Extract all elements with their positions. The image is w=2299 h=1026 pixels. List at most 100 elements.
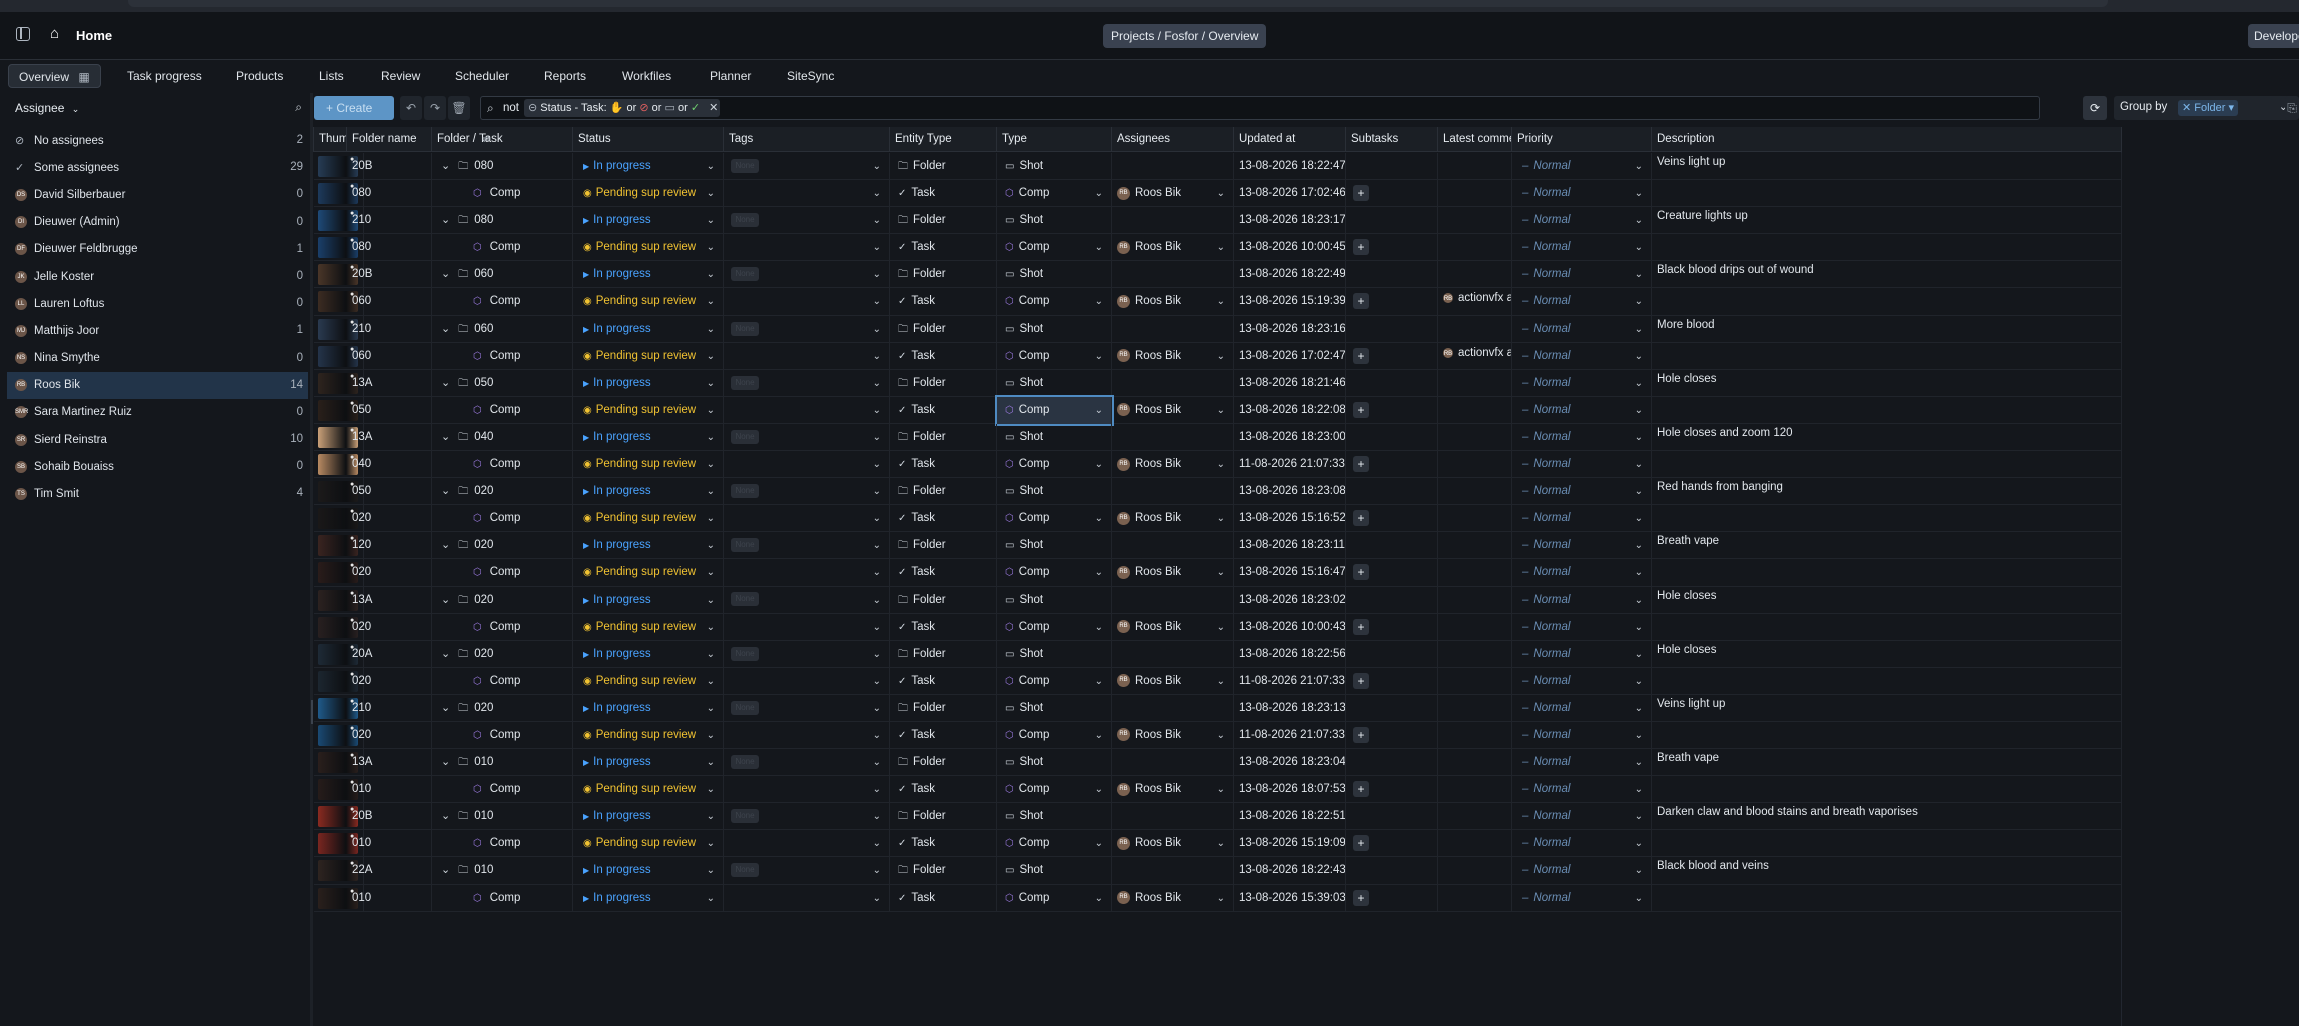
assignees-cell[interactable]: RB Roos Bik ⌄ bbox=[1112, 451, 1234, 479]
assignees-cell[interactable] bbox=[1112, 315, 1234, 343]
chevron-down-icon[interactable]: ⌄ bbox=[441, 756, 450, 768]
description-cell[interactable]: Black blood and veins bbox=[1652, 857, 2122, 885]
add-subtask-button[interactable]: + bbox=[1353, 293, 1369, 310]
latest-comment-cell[interactable] bbox=[1438, 667, 1512, 695]
assignees-cell[interactable]: RB Roos Bik ⌄ bbox=[1112, 342, 1234, 370]
column-header[interactable]: Updated at bbox=[1234, 127, 1346, 152]
type-cell[interactable]: ▭ Shot bbox=[997, 315, 1112, 343]
latest-comment-cell[interactable] bbox=[1438, 153, 1512, 180]
priority-cell[interactable]: – Normal ⌄ bbox=[1512, 532, 1652, 560]
subtasks-cell[interactable]: + bbox=[1346, 234, 1438, 262]
chevron-down-icon[interactable]: ⌄ bbox=[441, 431, 450, 443]
status-cell[interactable]: ◉ Pending sup review ⌄ bbox=[573, 288, 724, 316]
table-row[interactable]: ● 13A ⌄ 🗀 010 ▶ In progress ⌄ None ⌄ 🗀 Folder ▭ Shot 1… bbox=[314, 749, 2122, 777]
type-cell[interactable]: ⬡ Comp ⌄ bbox=[997, 180, 1112, 208]
assignees-cell[interactable]: RB Roos Bik ⌄ bbox=[1112, 667, 1234, 695]
priority-cell[interactable]: – Normal ⌄ bbox=[1512, 694, 1652, 722]
latest-comment-cell[interactable] bbox=[1438, 532, 1512, 560]
subtasks-cell[interactable] bbox=[1346, 153, 1438, 180]
column-header[interactable]: Type bbox=[997, 127, 1112, 152]
folder-name-cell[interactable]: 20B bbox=[347, 261, 432, 289]
description-cell[interactable]: Hole closes bbox=[1652, 640, 2122, 668]
priority-cell[interactable]: – Normal ⌄ bbox=[1512, 342, 1652, 370]
add-subtask-button[interactable]: + bbox=[1353, 618, 1369, 635]
chevron-down-icon[interactable]: ⌄ bbox=[441, 539, 450, 551]
tab-review[interactable]: Review bbox=[381, 64, 420, 88]
tags-cell[interactable]: None ⌄ bbox=[724, 749, 890, 777]
priority-cell[interactable]: – Normal ⌄ bbox=[1512, 613, 1652, 641]
folder-task-cell[interactable]: ⌄ 🗀 020 bbox=[432, 640, 573, 668]
folder-name-cell[interactable]: 040 bbox=[347, 451, 432, 479]
assignees-cell[interactable] bbox=[1112, 207, 1234, 235]
latest-comment-cell[interactable]: RB actionvfx asset bbox=[1438, 288, 1512, 316]
add-subtask-button[interactable]: + bbox=[1353, 510, 1369, 527]
description-cell[interactable] bbox=[1652, 451, 2122, 479]
latest-comment-cell[interactable] bbox=[1438, 749, 1512, 777]
type-cell[interactable]: ⬡ Comp ⌄ bbox=[995, 394, 1114, 426]
tags-cell[interactable]: None ⌄ bbox=[724, 640, 890, 668]
assignees-cell[interactable]: RB Roos Bik ⌄ bbox=[1112, 234, 1234, 262]
folder-name-cell[interactable]: 20B bbox=[347, 153, 432, 180]
status-cell[interactable]: ◉ Pending sup review ⌄ bbox=[573, 830, 724, 858]
table-row[interactable]: ● 010 ⬡ Comp ◉ Pending sup review ⌄ ⌄ ✓ Task ⬡ Comp… bbox=[314, 830, 2122, 858]
subtasks-cell[interactable]: + bbox=[1346, 830, 1438, 858]
description-cell[interactable]: Red hands from banging bbox=[1652, 478, 2122, 506]
latest-comment-cell[interactable] bbox=[1438, 694, 1512, 722]
tab-workfiles[interactable]: Workfiles bbox=[622, 64, 671, 88]
latest-comment-cell[interactable] bbox=[1438, 423, 1512, 451]
folder-task-cell[interactable]: ⌄ 🗀 020 bbox=[432, 694, 573, 722]
column-header[interactable]: Entity Type bbox=[890, 127, 997, 152]
folder-task-cell[interactable]: ⌄ 🗀 080 bbox=[432, 153, 573, 180]
type-cell[interactable]: ▭ Shot bbox=[997, 803, 1112, 831]
tags-cell[interactable]: ⌄ bbox=[724, 559, 890, 587]
status-cell[interactable]: ◉ Pending sup review ⌄ bbox=[573, 667, 724, 695]
subtasks-cell[interactable] bbox=[1346, 640, 1438, 668]
folder-name-cell[interactable]: 20B bbox=[347, 803, 432, 831]
folder-task-cell[interactable]: ⬡ Comp bbox=[432, 559, 573, 587]
subtasks-cell[interactable] bbox=[1346, 749, 1438, 777]
status-cell[interactable]: ◉ Pending sup review ⌄ bbox=[573, 613, 724, 641]
table-row[interactable]: ● 080 ⬡ Comp ◉ Pending sup review ⌄ ⌄ ✓ Task ⬡ Comp… bbox=[314, 180, 2122, 208]
folder-task-cell[interactable]: ⌄ 🗀 020 bbox=[432, 532, 573, 560]
type-cell[interactable]: ▭ Shot bbox=[997, 694, 1112, 722]
status-cell[interactable]: ▶ In progress ⌄ bbox=[573, 640, 724, 668]
assignees-cell[interactable] bbox=[1112, 803, 1234, 831]
subtasks-cell[interactable]: + bbox=[1346, 884, 1438, 912]
chevron-down-icon[interactable]: ⌄ bbox=[441, 377, 450, 389]
type-cell[interactable]: ⬡ Comp ⌄ bbox=[997, 776, 1112, 804]
add-subtask-button[interactable]: + bbox=[1353, 889, 1369, 906]
assignees-cell[interactable] bbox=[1112, 478, 1234, 506]
latest-comment-cell[interactable] bbox=[1438, 207, 1512, 235]
folder-name-cell[interactable]: 13A bbox=[347, 586, 432, 614]
status-cell[interactable]: ◉ Pending sup review ⌄ bbox=[573, 505, 724, 533]
folder-name-cell[interactable]: 13A bbox=[347, 749, 432, 777]
column-header[interactable]: Subtasks bbox=[1346, 127, 1438, 152]
subtasks-cell[interactable] bbox=[1346, 423, 1438, 451]
group-by-chip[interactable]: ✕ Folder ▾ bbox=[2178, 100, 2239, 116]
priority-cell[interactable]: – Normal ⌄ bbox=[1512, 369, 1652, 397]
subtasks-cell[interactable]: + bbox=[1346, 342, 1438, 370]
folder-name-cell[interactable]: 060 bbox=[347, 342, 432, 370]
assignees-cell[interactable] bbox=[1112, 369, 1234, 397]
assignees-cell[interactable]: RB Roos Bik ⌄ bbox=[1112, 288, 1234, 316]
latest-comment-cell[interactable] bbox=[1438, 803, 1512, 831]
subtasks-cell[interactable] bbox=[1346, 803, 1438, 831]
status-cell[interactable]: ▶ In progress ⌄ bbox=[573, 153, 724, 180]
table-row[interactable]: ● 22A ⌄ 🗀 010 ▶ In progress ⌄ None ⌄ 🗀 Folder ▭ Shot 1… bbox=[314, 857, 2122, 885]
status-cell[interactable]: ◉ Pending sup review ⌄ bbox=[573, 721, 724, 749]
add-subtask-button[interactable]: + bbox=[1353, 835, 1369, 852]
type-cell[interactable]: ▭ Shot bbox=[997, 207, 1112, 235]
folder-name-cell[interactable]: 20A bbox=[347, 640, 432, 668]
folder-name-cell[interactable]: 020 bbox=[347, 667, 432, 695]
priority-cell[interactable]: – Normal ⌄ bbox=[1512, 640, 1652, 668]
breadcrumb[interactable]: Projects / Fosfor / Overview bbox=[1103, 24, 1267, 48]
redo-icon[interactable]: ↷ bbox=[424, 96, 446, 120]
description-cell[interactable] bbox=[1652, 288, 2122, 316]
tags-cell[interactable]: ⌄ bbox=[724, 830, 890, 858]
chevron-down-icon[interactable]: ⌄ bbox=[441, 268, 450, 280]
table-row[interactable]: ● 060 ⬡ Comp ◉ Pending sup review ⌄ ⌄ ✓ Task ⬡ Comp… bbox=[314, 342, 2122, 370]
column-header[interactable]: Latest comments bbox=[1438, 127, 1512, 152]
table-row[interactable]: ● 020 ⬡ Comp ◉ Pending sup review ⌄ ⌄ ✓ Task ⬡ Comp… bbox=[314, 721, 2122, 750]
column-header[interactable]: Assignees bbox=[1112, 127, 1234, 152]
latest-comment-cell[interactable] bbox=[1438, 315, 1512, 343]
